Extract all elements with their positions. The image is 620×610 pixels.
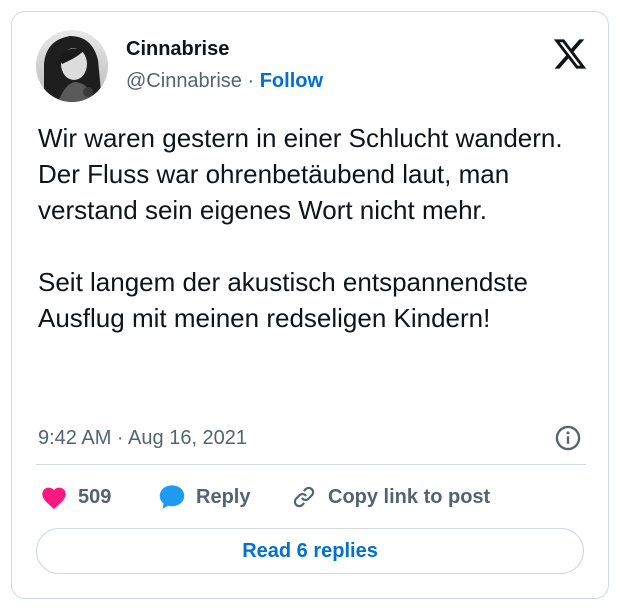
info-icon[interactable] [554, 424, 582, 452]
like-button[interactable]: 509 [40, 482, 111, 512]
tweet-timestamp[interactable]: 9:42 AM · Aug 16, 2021 [38, 427, 247, 450]
divider [36, 464, 586, 465]
tweet-paragraph: Wir waren gestern in einer Schlucht wand… [38, 123, 563, 225]
copy-link-label: Copy link to post [328, 485, 491, 508]
handle-separator: · [247, 70, 255, 92]
heart-icon [42, 487, 66, 510]
x-logo-icon[interactable] [552, 36, 588, 72]
author-name[interactable]: Cinnabrise [126, 38, 229, 61]
author-handle-line: @Cinnabrise · Follow [126, 70, 323, 93]
tweet-text: Wir waren gestern in einer Schlucht wand… [38, 120, 598, 336]
tweet-card: Cinnabrise @Cinnabrise · Follow Wir ware… [11, 11, 609, 599]
reply-bubble-icon [159, 485, 185, 509]
link-icon [293, 486, 315, 508]
avatar[interactable] [36, 30, 108, 102]
reply-button[interactable]: Reply [158, 482, 250, 512]
reply-label: Reply [196, 485, 251, 508]
read-replies-button[interactable]: Read 6 replies [36, 528, 584, 574]
copy-link-button[interactable]: Copy link to post [290, 482, 490, 512]
user-photo-avatar-icon [36, 30, 108, 102]
author-handle[interactable]: @Cinnabrise [126, 70, 242, 92]
tweet-paragraph: Seit langem der akustisch entspannendste… [38, 267, 528, 333]
follow-button[interactable]: Follow [260, 70, 323, 92]
like-count: 509 [78, 485, 112, 508]
